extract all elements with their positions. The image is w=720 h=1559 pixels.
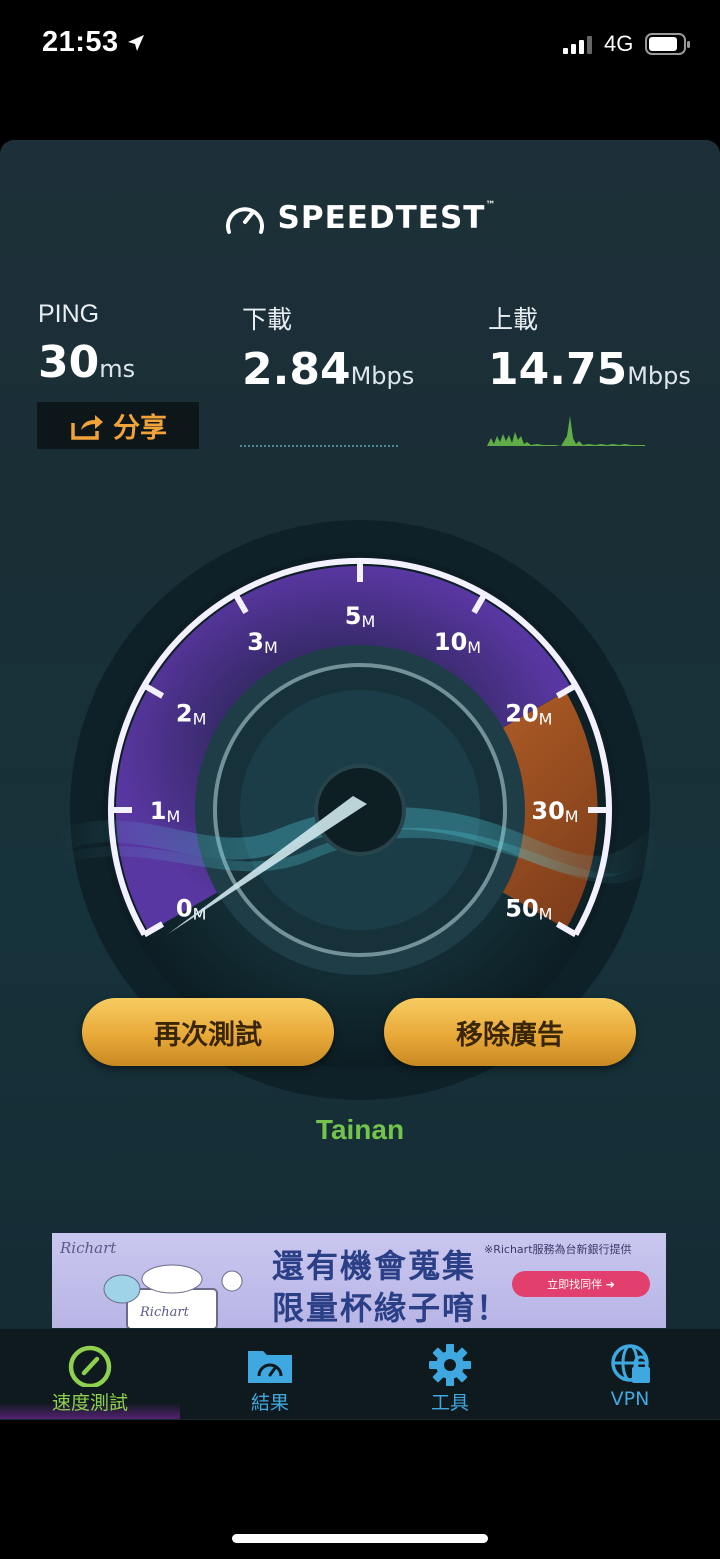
ad-banner[interactable]: Richart Richart ※Richart服務為台新銀行提供 還有機會蒐集… — [52, 1233, 666, 1328]
retest-button[interactable]: 再次測試 — [82, 998, 334, 1066]
tab-results[interactable]: 結果 — [180, 1329, 360, 1419]
share-button[interactable]: 分享 — [37, 402, 199, 449]
location-arrow-icon — [128, 35, 144, 51]
ad-headline-2: 限量杯緣子唷！ — [272, 1289, 511, 1327]
ad-brand-cup: Richart — [140, 1305, 189, 1320]
upload-value: 14.75 — [488, 344, 628, 395]
ad-disclaimer: ※Richart服務為台新銀行提供 — [484, 1243, 632, 1256]
download-metric: 下載 2.84Mbps — [242, 300, 414, 395]
tab-vpn[interactable]: VPN — [540, 1329, 720, 1419]
ping-label: PING — [38, 300, 100, 328]
logo-text: SPEEDTEST™ — [278, 200, 497, 236]
cellular-signal-icon — [563, 36, 592, 54]
upload-label: 上載 — [488, 306, 539, 334]
tab-tools[interactable]: 工具 — [360, 1329, 540, 1419]
tab-results-label: 結果 — [250, 1392, 289, 1414]
tab-bar: 速度測試 結果 工具 VPN — [0, 1329, 720, 1419]
tab-vpn-label: VPN — [610, 1388, 650, 1410]
tab-speedtest[interactable]: 速度測試 — [0, 1329, 180, 1419]
download-unit: Mbps — [350, 362, 415, 390]
home-indicator[interactable] — [232, 1534, 488, 1543]
tab-tools-label: 工具 — [430, 1392, 469, 1414]
tab-speedtest-label: 速度測試 — [51, 1392, 128, 1414]
status-time: 21:53 — [42, 26, 119, 58]
upload-unit: Mbps — [627, 362, 691, 390]
speedometer-icon — [68, 1345, 112, 1387]
gear-icon — [429, 1344, 471, 1386]
speedtest-app: SPEEDTEST™ PING 30ms 分享 下載 2.84Mbps 上載 1… — [0, 140, 720, 1420]
logo-wordmark: SPEEDTEST — [277, 200, 486, 236]
share-icon — [71, 414, 103, 440]
trademark-mark: ™ — [485, 200, 497, 211]
download-value: 2.84 — [242, 344, 351, 395]
speedometer-logo-icon — [225, 207, 264, 234]
retest-label: 再次測試 — [154, 1019, 262, 1051]
share-label: 分享 — [113, 413, 167, 444]
download-label: 下載 — [242, 306, 293, 334]
ping-unit: ms — [99, 355, 136, 383]
results-folder-icon — [248, 1351, 292, 1383]
status-bar: 21:53 4G — [0, 0, 720, 90]
vpn-globe-icon — [611, 1344, 650, 1383]
download-sparkline — [240, 445, 398, 447]
remove-ads-button[interactable]: 移除廣告 — [384, 998, 636, 1066]
network-type: 4G — [604, 31, 634, 56]
ping-value: 30 — [38, 337, 100, 388]
server-location[interactable]: Tainan — [0, 1114, 720, 1146]
gauge-hub — [314, 764, 406, 856]
speedtest-logo: SPEEDTEST™ — [0, 200, 720, 236]
ad-cta-button[interactable]: 立即找同伴 ➜ — [512, 1271, 650, 1297]
upload-metric: 上載 14.75Mbps — [488, 300, 691, 395]
ping-metric: PING 30ms — [38, 300, 135, 388]
remove-ads-label: 移除廣告 — [456, 1019, 564, 1051]
ad-headline-1: 還有機會蒐集 — [272, 1247, 477, 1285]
upload-sparkline — [487, 416, 645, 446]
battery-icon — [645, 33, 690, 55]
